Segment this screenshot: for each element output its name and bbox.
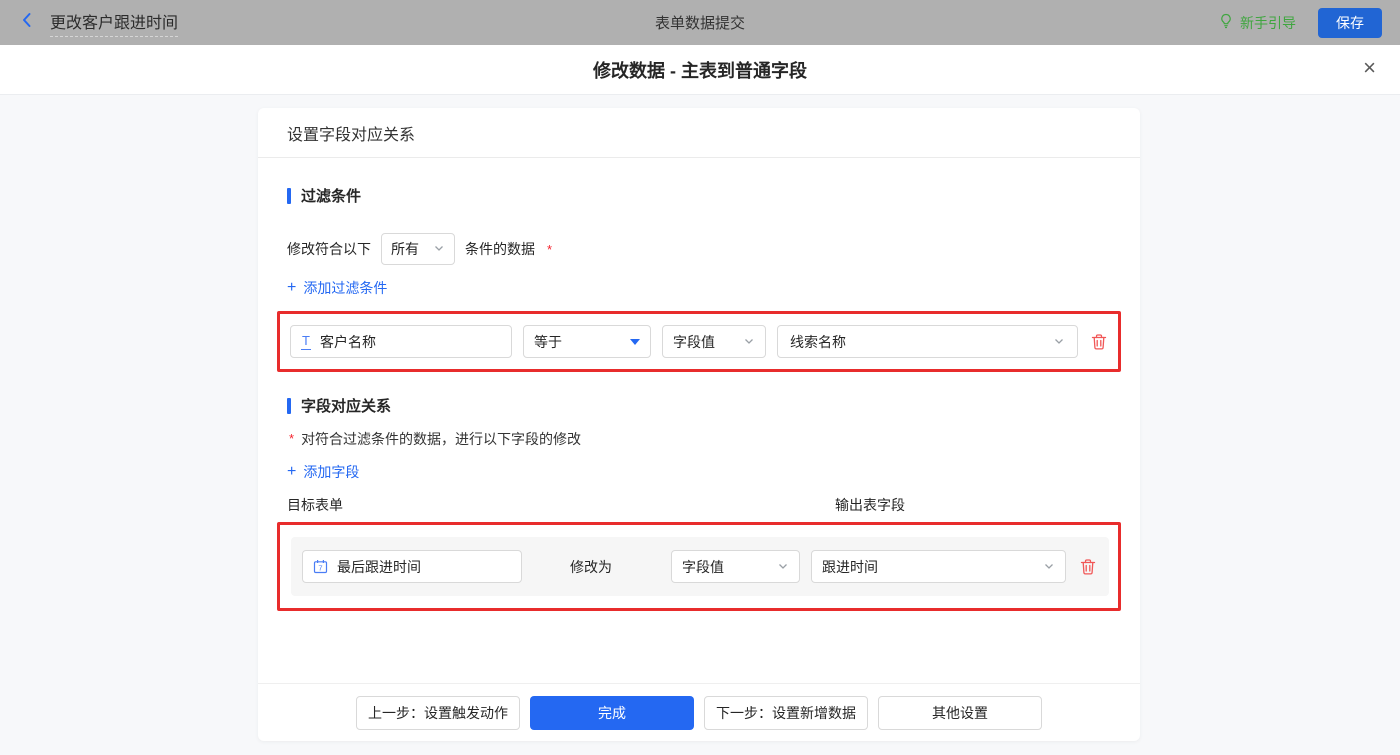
chevron-down-icon xyxy=(1053,334,1065,350)
beginner-guide-label: 新手引导 xyxy=(1240,13,1296,33)
filter-field-input[interactable]: T 客户名称 xyxy=(290,325,512,358)
chevron-down-icon xyxy=(1043,559,1055,575)
card-title: 设置字段对应关系 xyxy=(258,108,1140,158)
mapping-note: * 对符合过滤条件的数据，进行以下字段的修改 xyxy=(287,429,1111,449)
chevron-down-icon xyxy=(743,334,755,350)
output-field-column-header: 输出表字段 xyxy=(835,495,905,515)
dialog-title: 修改数据 - 主表到普通字段 xyxy=(593,57,807,83)
mapping-row-highlight: 7 最后跟进时间 修改为 字段值 跟进时间 xyxy=(277,522,1121,611)
caret-down-icon xyxy=(630,339,640,345)
done-button[interactable]: 完成 xyxy=(530,696,694,730)
save-button[interactable]: 保存 xyxy=(1318,8,1382,38)
beginner-guide-button[interactable]: 新手引导 xyxy=(1218,13,1296,33)
operator-select[interactable]: 等于 xyxy=(523,325,651,358)
target-form-column-header: 目标表单 xyxy=(287,497,343,513)
next-step-button[interactable]: 下一步：设置新增数据 xyxy=(704,696,868,730)
dialog-header: 修改数据 - 主表到普通字段 × xyxy=(0,45,1400,95)
value-select[interactable]: 线索名称 xyxy=(777,325,1078,358)
back-button[interactable] xyxy=(18,11,36,34)
svg-text:7: 7 xyxy=(318,564,322,573)
plus-icon: + xyxy=(287,280,296,296)
mapping-section-title: 字段对应关系 xyxy=(287,395,1111,416)
filter-section-title: 过滤条件 xyxy=(287,185,1111,206)
topbar: 表单数据提交 更改客户跟进时间 新手引导 保存 xyxy=(0,0,1400,45)
target-field-input[interactable]: 7 最后跟进时间 xyxy=(302,550,522,583)
other-settings-button[interactable]: 其他设置 xyxy=(878,696,1042,730)
add-field-link[interactable]: + 添加字段 xyxy=(287,462,359,482)
action-label: 修改为 xyxy=(570,557,612,577)
mapping-row-panel: 7 最后跟进时间 修改为 字段值 跟进时间 xyxy=(291,537,1109,596)
chevron-left-icon xyxy=(18,11,36,34)
section-accent-bar xyxy=(287,188,291,204)
delete-condition-trash-icon[interactable] xyxy=(1089,332,1109,352)
lightbulb-icon xyxy=(1218,13,1234,32)
chevron-down-icon xyxy=(433,241,445,257)
calendar-icon: 7 xyxy=(313,559,328,574)
required-asterisk: * xyxy=(547,242,552,257)
close-icon[interactable]: × xyxy=(1363,57,1376,79)
dialog-body: 设置字段对应关系 过滤条件 修改符合以下 所有 条件的数据 * + xyxy=(0,95,1400,755)
flow-name[interactable]: 更改客户跟进时间 xyxy=(50,9,178,37)
mapping-value-select[interactable]: 跟进时间 xyxy=(811,550,1066,583)
settings-card: 设置字段对应关系 过滤条件 修改符合以下 所有 条件的数据 * + xyxy=(258,108,1140,741)
plus-icon: + xyxy=(287,464,296,480)
chevron-down-icon xyxy=(777,559,789,575)
required-asterisk: * xyxy=(289,431,294,446)
mapping-value-type-select[interactable]: 字段值 xyxy=(671,550,800,583)
add-filter-condition-link[interactable]: + 添加过滤条件 xyxy=(287,278,387,298)
section-accent-bar xyxy=(287,398,291,414)
match-suffix-label: 条件的数据 xyxy=(465,239,535,259)
card-footer: 上一步：设置触发动作 完成 下一步：设置新增数据 其他设置 xyxy=(258,683,1140,741)
prev-step-button[interactable]: 上一步：设置触发动作 xyxy=(356,696,520,730)
filter-row-highlight: T 客户名称 等于 字段值 线索名称 xyxy=(277,311,1121,372)
value-type-select[interactable]: 字段值 xyxy=(662,325,766,358)
match-prefix-label: 修改符合以下 xyxy=(287,239,371,259)
delete-mapping-trash-icon[interactable] xyxy=(1078,557,1098,577)
page-title: 表单数据提交 xyxy=(0,12,1400,33)
match-mode-select[interactable]: 所有 xyxy=(381,233,455,265)
text-field-icon: T xyxy=(301,334,311,350)
